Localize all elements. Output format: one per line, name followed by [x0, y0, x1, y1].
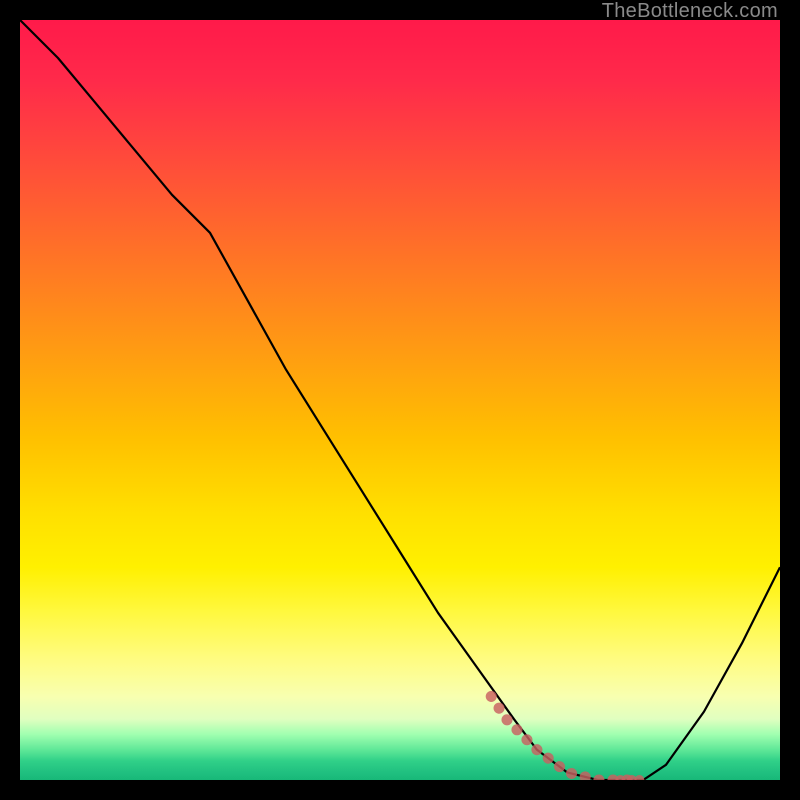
marker-band [491, 696, 644, 780]
curve-layer [20, 20, 780, 780]
bottleneck-curve [20, 20, 780, 780]
watermark-text: TheBottleneck.com [602, 0, 778, 23]
plot-area [20, 20, 780, 780]
